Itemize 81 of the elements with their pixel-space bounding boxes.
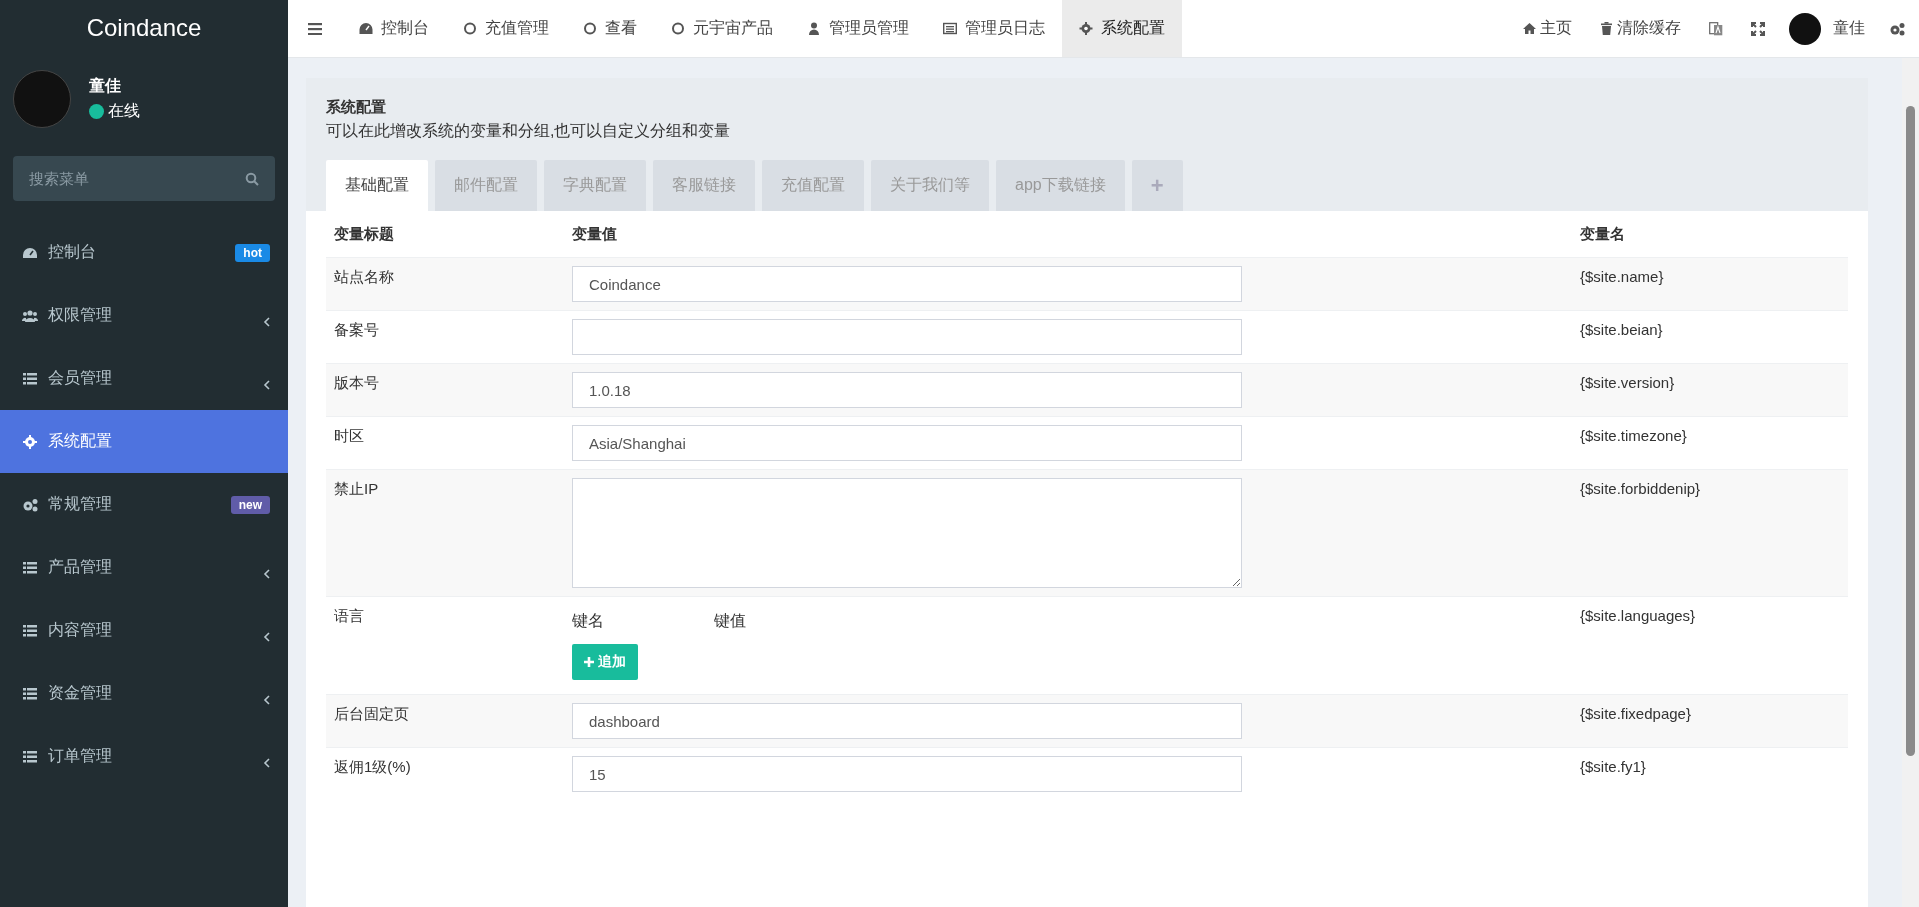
column-header: 变量名 bbox=[1579, 224, 1626, 244]
nav-tab[interactable]: 充值管理 bbox=[446, 0, 566, 57]
circle-icon bbox=[463, 22, 477, 35]
translate-icon[interactable] bbox=[1709, 21, 1723, 36]
variable-name: {$site.name} bbox=[1580, 268, 1664, 285]
sidebar-item[interactable]: 常规管理 new bbox=[0, 473, 288, 536]
input-field[interactable]: 15 bbox=[572, 756, 1242, 792]
sidebar-item[interactable]: 控制台 hot bbox=[0, 221, 288, 284]
user-avatar bbox=[1789, 12, 1821, 45]
nav-tab[interactable]: 查看 bbox=[566, 0, 654, 57]
menu-search-field[interactable]: 搜索菜单 bbox=[13, 156, 275, 201]
variable-title: 语言 bbox=[334, 607, 364, 624]
variable-title: 后台固定页 bbox=[334, 705, 409, 722]
sidebar-item[interactable]: 资金管理 bbox=[0, 662, 288, 725]
input-field[interactable] bbox=[572, 319, 1242, 355]
menu-badge: hot bbox=[235, 243, 270, 262]
textarea-field[interactable] bbox=[572, 478, 1242, 588]
nav-link[interactable]: 清除缓存 bbox=[1586, 18, 1695, 39]
trash-icon bbox=[1600, 22, 1613, 35]
input-field[interactable]: Asia/Shanghai bbox=[572, 425, 1242, 461]
variable-title: 备案号 bbox=[334, 321, 379, 338]
pair-column-label: 键名 bbox=[572, 611, 605, 631]
nav-tab[interactable]: 管理员日志 bbox=[926, 0, 1062, 57]
variable-title: 版本号 bbox=[334, 374, 379, 391]
list-icon bbox=[22, 560, 38, 575]
variable-title: 禁止IP bbox=[334, 480, 379, 497]
user-icon bbox=[807, 22, 821, 35]
card-icon bbox=[943, 22, 957, 35]
menu-icon[interactable] bbox=[308, 22, 322, 35]
gauge-icon bbox=[359, 22, 373, 35]
panel-description: 可以在此增改系统的变量和分组,也可以自定义分组和变量 bbox=[326, 121, 732, 141]
sidebar-item[interactable]: 权限管理 bbox=[0, 284, 288, 347]
nav-tab[interactable]: 系统配置 bbox=[1062, 0, 1182, 57]
nav-tab[interactable]: 元宇宙产品 bbox=[654, 0, 790, 57]
settings-icon[interactable] bbox=[1889, 21, 1905, 36]
fullscreen-icon[interactable] bbox=[1751, 21, 1765, 36]
user-status: 在线 bbox=[108, 101, 140, 121]
search-icon bbox=[245, 172, 259, 186]
pair-column-label: 键值 bbox=[714, 611, 747, 631]
nav-link[interactable]: 主页 bbox=[1509, 18, 1586, 39]
sidebar-item[interactable]: 系统配置 bbox=[0, 410, 288, 473]
plus-icon bbox=[584, 657, 594, 667]
variable-name: {$site.languages} bbox=[1580, 607, 1696, 624]
scrollbar[interactable] bbox=[1902, 58, 1919, 907]
user-name: 童佳 bbox=[89, 76, 122, 96]
variable-name: {$site.fy1} bbox=[1580, 758, 1646, 775]
variable-title: 站点名称 bbox=[334, 268, 394, 285]
variable-name: {$site.fixedpage} bbox=[1580, 705, 1691, 722]
input-field[interactable]: 1.0.18 bbox=[572, 372, 1242, 408]
variable-name: {$site.timezone} bbox=[1580, 427, 1687, 444]
list-icon bbox=[22, 371, 38, 386]
menu-badge: new bbox=[230, 495, 270, 514]
online-dot-icon bbox=[89, 104, 104, 119]
variable-name: {$site.beian} bbox=[1580, 321, 1663, 338]
list-icon bbox=[22, 749, 38, 764]
nav-tab[interactable]: 控制台 bbox=[342, 0, 446, 57]
input-field[interactable]: Coindance bbox=[572, 266, 1242, 302]
circle-icon bbox=[583, 22, 597, 35]
sidebar-item[interactable]: 产品管理 bbox=[0, 536, 288, 599]
home-icon bbox=[1523, 22, 1536, 35]
input-field[interactable]: dashboard bbox=[572, 703, 1242, 739]
sidebar-item[interactable]: 会员管理 bbox=[0, 347, 288, 410]
list-icon bbox=[22, 686, 38, 701]
variable-title: 时区 bbox=[334, 427, 364, 444]
variable-title: 返佣1级(%) bbox=[334, 758, 411, 775]
sidebar-item[interactable]: 内容管理 bbox=[0, 599, 288, 662]
circle-icon bbox=[671, 22, 685, 35]
column-header: 变量标题 bbox=[333, 224, 395, 244]
column-header: 变量值 bbox=[572, 224, 618, 244]
sidebar-item[interactable]: 订单管理 bbox=[0, 725, 288, 788]
variable-name: {$site.version} bbox=[1580, 374, 1675, 391]
list-icon bbox=[22, 623, 38, 638]
users-icon bbox=[22, 308, 38, 323]
gauge-icon bbox=[22, 245, 38, 260]
nav-tab[interactable]: 管理员管理 bbox=[790, 0, 926, 57]
brand-logo[interactable]: Coindance bbox=[0, 0, 288, 55]
gears-icon bbox=[22, 497, 38, 512]
panel-title: 系统配置 bbox=[326, 98, 387, 117]
user-name[interactable]: 童佳 bbox=[1833, 18, 1865, 39]
variable-name: {$site.forbiddenip} bbox=[1580, 480, 1701, 497]
config-tab[interactable]: 基础配置 bbox=[326, 160, 428, 211]
